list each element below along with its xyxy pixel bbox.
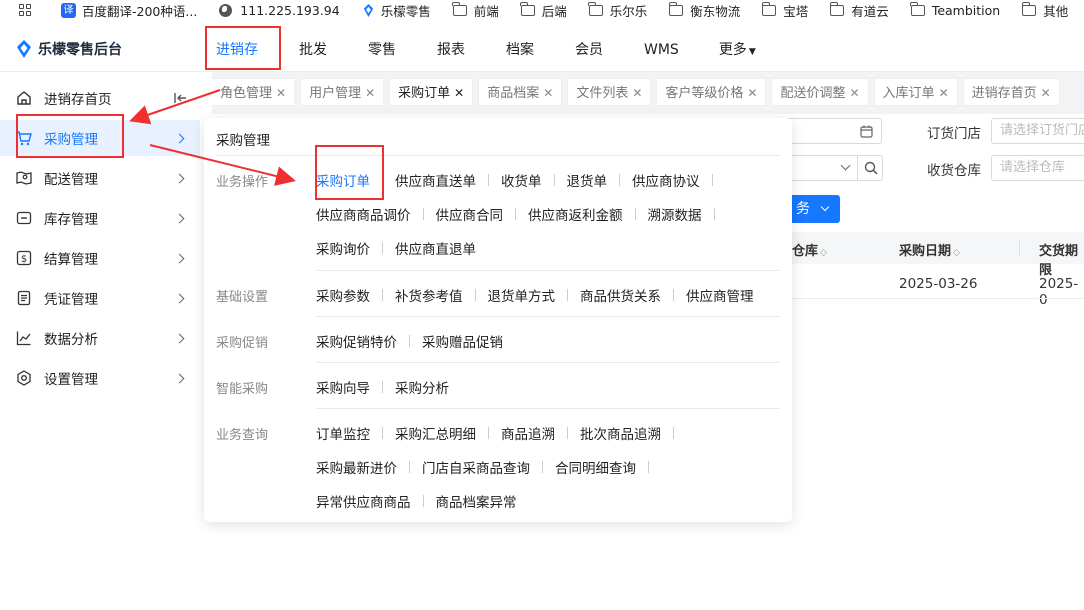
annotation-arrow (129, 89, 221, 125)
annotation-arrows (129, 89, 296, 186)
annotation-arrow (149, 144, 296, 186)
